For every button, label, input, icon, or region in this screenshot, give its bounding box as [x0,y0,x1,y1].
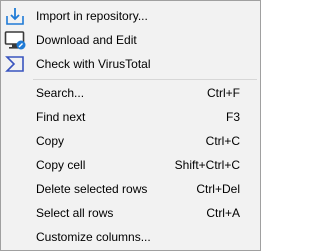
menu-item-shortcut: Ctrl+F [207,86,240,100]
context-menu: Import in repository... Download and Edi… [0,0,261,251]
menu-item-label: Delete selected rows [36,182,148,196]
menu-item-select-all-rows[interactable]: Select all rows Ctrl+A [1,201,260,225]
menu-item-shortcut: Ctrl+Del [196,182,240,196]
menu-item-label: Customize columns... [36,230,151,244]
menu-item-customize-columns[interactable]: Customize columns... [1,225,260,249]
menu-item-label: Download and Edit [36,33,137,47]
menu-item-label: Check with VirusTotal [36,57,151,71]
menu-item-shortcut: Shift+Ctrl+C [174,158,240,172]
menu-item-label: Find next [36,110,86,124]
menu-item-check-with-virustotal[interactable]: Check with VirusTotal [1,52,260,76]
menu-item-find-next[interactable]: Find next F3 [1,105,260,129]
import-download-icon [4,5,26,27]
menu-item-label: Search... [36,86,85,100]
menu-item-copy-cell[interactable]: Copy cell Shift+Ctrl+C [1,153,260,177]
menu-item-download-and-edit[interactable]: Download and Edit [1,28,260,52]
menu-item-shortcut: F3 [225,110,240,124]
monitor-edit-icon [4,29,26,51]
menu-item-shortcut: Ctrl+C [205,134,240,148]
menu-item-copy[interactable]: Copy Ctrl+C [1,129,260,153]
menu-item-search[interactable]: Search... Ctrl+F [1,81,260,105]
menu-item-label: Import in repository... [36,9,148,23]
virustotal-icon [4,53,26,75]
menu-item-delete-selected-rows[interactable]: Delete selected rows Ctrl+Del [1,177,260,201]
menu-item-label: Select all rows [36,206,114,220]
menu-item-label: Copy cell [36,158,86,172]
menu-item-shortcut: Ctrl+A [206,206,240,220]
menu-separator [33,79,257,80]
menu-item-label: Copy [36,134,65,148]
menu-item-import-in-repository[interactable]: Import in repository... [1,4,260,28]
